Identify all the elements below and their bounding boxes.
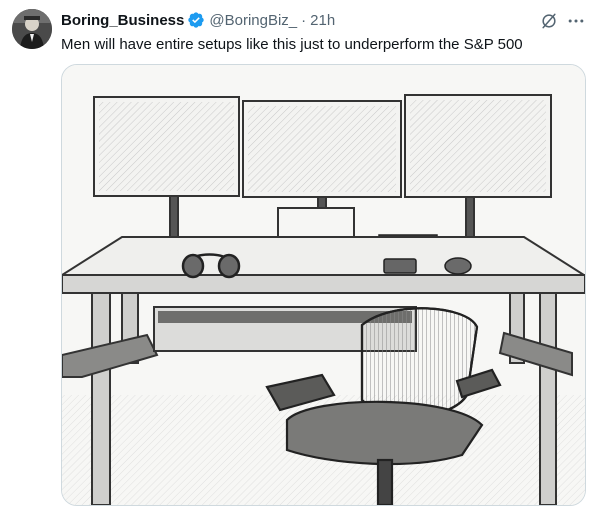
handle[interactable]: @BoringBiz_ <box>209 12 297 29</box>
media-image[interactable] <box>61 64 586 506</box>
tweet: Boring_Business @BoringBiz_ · 21h Men wi… <box>0 0 600 506</box>
verified-badge-icon <box>188 12 205 28</box>
timestamp[interactable]: 21h <box>310 12 335 29</box>
desk <box>62 236 585 294</box>
phone <box>383 258 417 274</box>
monitor-center <box>242 100 402 210</box>
grok-icon[interactable] <box>539 11 559 31</box>
mouse <box>444 257 472 275</box>
desk-setup-sketch <box>62 65 585 505</box>
avatar[interactable] <box>12 9 52 49</box>
tweet-header: Boring_Business @BoringBiz_ · 21h <box>61 10 335 30</box>
separator-dot: · <box>301 11 307 29</box>
tweet-text: Men will have entire setups like this ju… <box>61 36 523 53</box>
more-options-icon[interactable] <box>566 11 586 31</box>
display-name[interactable]: Boring_Business <box>61 12 184 29</box>
